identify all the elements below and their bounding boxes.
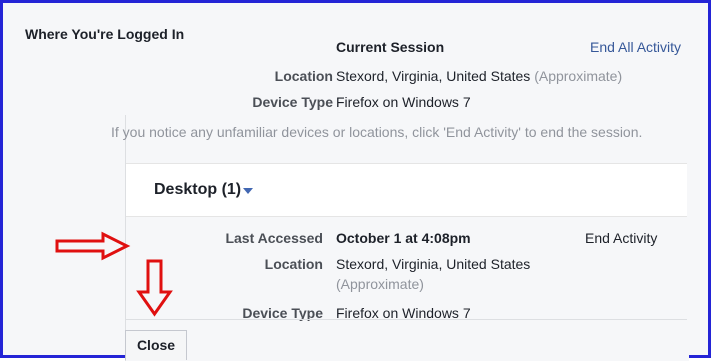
end-activity-link[interactable]: End Activity (585, 230, 657, 246)
desktop-count: (1) (221, 181, 242, 198)
desktop-location-approx: (Approximate) (336, 276, 424, 292)
panel-divider (126, 319, 687, 320)
notice-text: If you notice any unfamiliar devices or … (111, 124, 643, 140)
end-all-activity-link[interactable]: End All Activity (590, 39, 681, 55)
current-location-label: Location (274, 68, 333, 84)
close-button[interactable]: Close (125, 330, 187, 360)
arrow-down-icon (136, 259, 173, 317)
desktop-group-header[interactable]: Desktop (1) (126, 163, 687, 217)
arrow-right-icon (55, 231, 131, 261)
desktop-title: Desktop (1) (154, 181, 241, 199)
current-device-type-label: Device Type (252, 94, 333, 110)
desktop-location-text: Stexord, Virginia, United States (336, 256, 531, 272)
current-session-label: Current Session (336, 39, 445, 55)
desktop-label: Desktop (154, 181, 218, 198)
current-location-approx: (Approximate) (534, 68, 623, 84)
current-location-text: Stexord, Virginia, United States (336, 68, 531, 84)
current-location-value: Stexord, Virginia, United States (Approx… (336, 68, 622, 84)
current-device-type-value: Firefox on Windows 7 (336, 94, 471, 110)
section-title: Where You're Logged In (25, 26, 185, 42)
chevron-down-icon[interactable] (243, 188, 253, 194)
last-accessed-label: Last Accessed (225, 230, 323, 246)
last-accessed-value: October 1 at 4:08pm (336, 230, 471, 246)
sessions-dialog: Where You're Logged In Current Session E… (0, 0, 711, 361)
